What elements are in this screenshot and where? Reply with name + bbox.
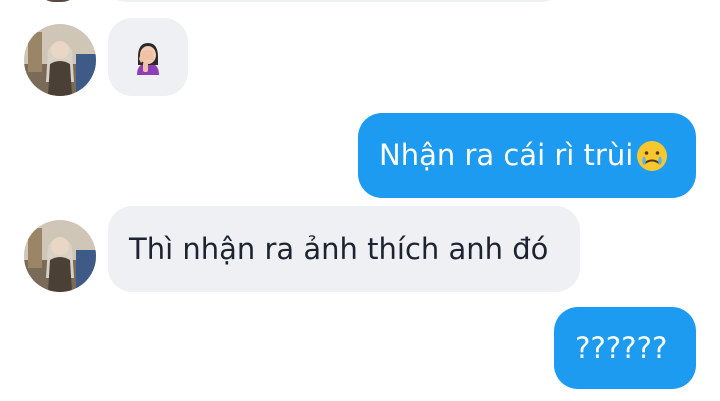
message-bubble[interactable]: Thì nhận ra ảnh thích anh đó — [108, 206, 580, 292]
message-text: Nhận ra cái rì trùi — [379, 138, 634, 172]
previous-message-bubble-partial[interactable] — [108, 0, 560, 2]
message-text: ?????? — [575, 330, 668, 365]
woman-facepalming-icon — [137, 43, 159, 75]
contact-avatar[interactable] — [24, 220, 96, 292]
message-bubble-outgoing[interactable]: ?????? — [554, 307, 696, 389]
face-holding-back-tears-icon — [637, 140, 668, 171]
message-text: Thì nhận ra ảnh thích anh đó — [129, 231, 549, 266]
contact-avatar[interactable] — [24, 24, 96, 96]
message-bubble[interactable] — [108, 18, 188, 96]
contact-avatar-partial[interactable] — [38, 0, 78, 2]
message-bubble-outgoing[interactable]: Nhận ra cái rì trùi — [358, 113, 696, 198]
